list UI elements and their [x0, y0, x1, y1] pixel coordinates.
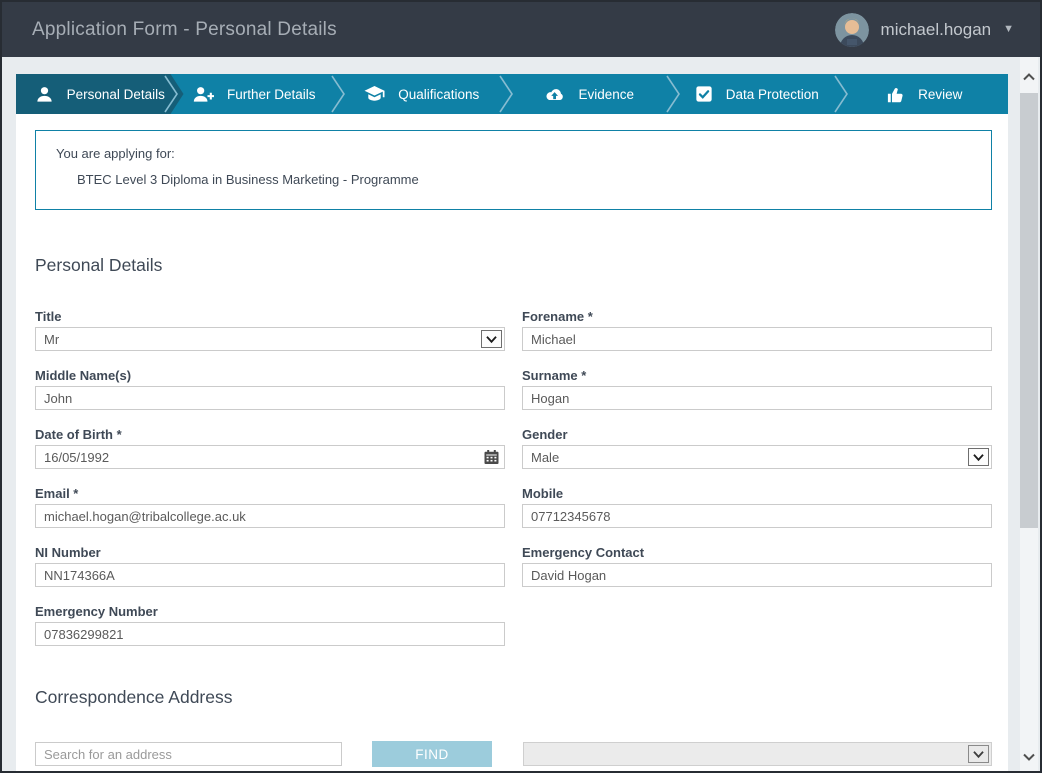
step-further-details[interactable]: Further Details [171, 74, 339, 114]
graduation-cap-icon [364, 85, 385, 104]
user-avatar [835, 13, 869, 47]
caret-down-icon: ▼ [1003, 24, 1014, 35]
email-label: Email * [35, 486, 505, 501]
field-ni-number: NI Number [35, 545, 505, 587]
personal-details-form: Title Mr Forename * Middle Nam [35, 309, 992, 646]
content-card: You are applying for: BTEC Level 3 Diplo… [16, 114, 1008, 771]
field-emergency-number: Emergency Number [35, 604, 505, 646]
emergency-contact-input[interactable] [522, 563, 992, 587]
correspondence-address-heading: Correspondence Address [35, 687, 992, 708]
forename-input[interactable] [522, 327, 992, 351]
field-emergency-contact: Emergency Contact [522, 545, 992, 587]
field-gender: Gender Male [522, 427, 992, 469]
ni-number-label: NI Number [35, 545, 505, 560]
step-personal-details[interactable]: Personal Details [16, 74, 184, 114]
field-forename: Forename * [522, 309, 992, 351]
scroll-down-button[interactable] [1020, 747, 1038, 767]
address-search-input[interactable] [35, 742, 342, 766]
person-add-icon [193, 85, 214, 104]
header-bar: Application Form - Personal Details mich… [2, 2, 1040, 57]
vertical-scrollbar[interactable] [1020, 57, 1038, 771]
applying-for-label: You are applying for: [56, 146, 981, 161]
checkbox-check-icon [695, 85, 713, 103]
step-label: Data Protection [726, 87, 819, 102]
step-label: Personal Details [67, 87, 165, 102]
cloud-upload-icon [544, 85, 565, 104]
chevron-down-icon [968, 448, 989, 466]
user-menu[interactable]: michael.hogan ▼ [835, 13, 1014, 47]
dob-label: Date of Birth * [35, 427, 505, 442]
field-email: Email * [35, 486, 505, 528]
field-surname: Surname * [522, 368, 992, 410]
title-select-value: Mr [44, 332, 59, 347]
mobile-input[interactable] [522, 504, 992, 528]
field-date-of-birth: Date of Birth * [35, 427, 505, 469]
emergency-number-input[interactable] [35, 622, 505, 646]
field-middle-name: Middle Name(s) [35, 368, 505, 410]
field-mobile: Mobile [522, 486, 992, 528]
person-icon [35, 85, 54, 104]
step-data-protection[interactable]: Data Protection [673, 74, 841, 114]
email-input[interactable] [35, 504, 505, 528]
thumbs-up-icon [886, 85, 905, 104]
step-qualifications[interactable]: Qualifications [338, 74, 506, 114]
course-name: BTEC Level 3 Diploma in Business Marketi… [56, 172, 981, 187]
step-review[interactable]: Review [841, 74, 1009, 114]
mobile-label: Mobile [522, 486, 992, 501]
applying-for-box: You are applying for: BTEC Level 3 Diplo… [35, 130, 992, 210]
step-label: Evidence [578, 87, 634, 102]
address-result-select[interactable] [523, 742, 992, 766]
page-title: Application Form - Personal Details [32, 19, 337, 41]
username-label: michael.hogan [881, 20, 992, 40]
step-label: Qualifications [398, 87, 479, 102]
chevron-down-icon [481, 330, 502, 348]
find-button[interactable]: FIND [372, 741, 492, 767]
scroll-up-button[interactable] [1020, 67, 1038, 87]
empty-cell [522, 604, 992, 646]
field-title: Title Mr [35, 309, 505, 351]
middle-name-label: Middle Name(s) [35, 368, 505, 383]
right-gutter [1008, 57, 1020, 771]
gender-select-value: Male [531, 450, 559, 465]
scrollbar-thumb[interactable] [1020, 93, 1038, 528]
address-search-row: FIND [35, 741, 992, 767]
application-form-window: Application Form - Personal Details mich… [0, 0, 1042, 773]
emergency-number-label: Emergency Number [35, 604, 505, 619]
surname-label: Surname * [522, 368, 992, 383]
step-evidence[interactable]: Evidence [506, 74, 674, 114]
step-label: Further Details [227, 87, 316, 102]
emergency-contact-label: Emergency Contact [522, 545, 992, 560]
forename-label: Forename * [522, 309, 992, 324]
title-label: Title [35, 309, 505, 324]
calendar-icon[interactable] [484, 450, 499, 465]
middle-name-input[interactable] [35, 386, 505, 410]
ni-number-input[interactable] [35, 563, 505, 587]
dob-input[interactable] [35, 445, 505, 469]
gender-select[interactable]: Male [522, 445, 992, 469]
personal-details-heading: Personal Details [35, 255, 992, 276]
wizard-stepper: Personal Details Further Details [16, 74, 1008, 114]
title-select[interactable]: Mr [35, 327, 505, 351]
gender-label: Gender [522, 427, 992, 442]
chevron-down-icon [968, 745, 989, 763]
surname-input[interactable] [522, 386, 992, 410]
step-label: Review [918, 87, 962, 102]
